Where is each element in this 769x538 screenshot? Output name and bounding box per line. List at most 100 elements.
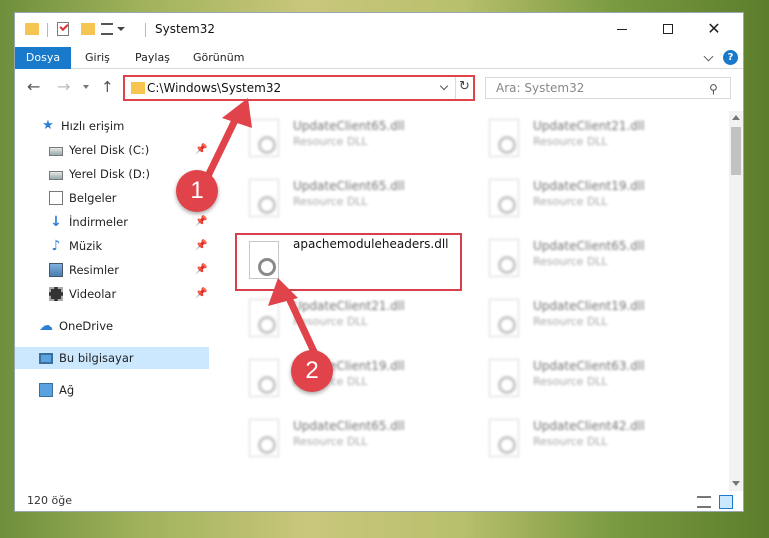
dll-file-icon xyxy=(489,359,519,397)
help-icon[interactable]: ? xyxy=(723,50,738,65)
search-icon[interactable]: ⚲ xyxy=(709,82,718,96)
dll-file-icon xyxy=(489,179,519,217)
search-input[interactable]: Ara: System32 ⚲ xyxy=(485,77,731,99)
dll-file-icon xyxy=(249,419,279,457)
file-name: UpdateClient63.dll xyxy=(533,359,645,373)
file-item[interactable]: UpdateClient19.dll Resource DLL xyxy=(475,291,700,347)
file-item[interactable]: UpdateClient65.dll Resource DLL xyxy=(475,231,700,287)
sidebar-item-network[interactable]: Ağ xyxy=(15,379,209,401)
file-name: UpdateClient65.dll xyxy=(293,419,405,433)
network-icon xyxy=(39,383,53,397)
file-description: Resource DLL xyxy=(533,195,608,208)
minimize-button[interactable] xyxy=(599,13,645,45)
file-item[interactable]: UpdateClient65.dll Resource DLL xyxy=(235,171,460,227)
pin-icon[interactable]: 📌 xyxy=(195,216,207,227)
sidebar-item-onedrive[interactable]: ☁ OneDrive xyxy=(15,315,209,337)
pin-icon[interactable]: 📌 xyxy=(195,264,207,275)
expand-ribbon-chevron-icon[interactable] xyxy=(703,51,714,62)
file-item[interactable]: UpdateClient19.dll Resource DLL xyxy=(235,351,460,407)
sidebar-item-local-disk-c[interactable]: Yerel Disk (C:) 📌 xyxy=(15,139,209,161)
file-description: Resource DLL xyxy=(293,195,368,208)
file-name: UpdateClient42.dll xyxy=(533,419,645,433)
sidebar-item-label: OneDrive xyxy=(59,319,114,333)
tab-view[interactable]: Görünüm xyxy=(181,47,256,69)
properties-check-icon[interactable] xyxy=(57,22,69,36)
file-item[interactable]: UpdateClient42.dll Resource DLL xyxy=(475,411,700,467)
separator xyxy=(47,23,48,37)
file-description: Resource DLL xyxy=(293,435,368,448)
address-dropdown-chevron-icon[interactable] xyxy=(439,81,449,91)
dll-file-icon xyxy=(489,419,519,457)
file-description: Resource DLL xyxy=(533,435,608,448)
window-title: System32 xyxy=(155,22,216,36)
file-description: Resource DLL xyxy=(533,315,608,328)
back-arrow-icon[interactable]: ← xyxy=(27,79,40,95)
computer-icon xyxy=(39,352,53,364)
explorer-window: System32 ✕ Dosya Giriş Paylaş Görünüm ? … xyxy=(14,12,744,512)
dll-file-icon xyxy=(249,119,279,157)
tab-share[interactable]: Paylaş xyxy=(123,47,182,69)
sidebar-item-label: Ağ xyxy=(59,383,75,397)
sidebar-item-music[interactable]: ♪ Müzik 📌 xyxy=(15,235,209,257)
file-item[interactable]: UpdateClient65.dll Resource DLL xyxy=(235,111,460,167)
disk-icon xyxy=(49,170,63,180)
recent-locations-chevron-icon[interactable] xyxy=(83,85,89,89)
tab-home[interactable]: Giriş xyxy=(73,47,122,69)
item-count: 120 öğe xyxy=(27,494,72,507)
pin-icon[interactable]: 📌 xyxy=(195,240,207,251)
file-name: UpdateClient65.dll xyxy=(533,239,645,253)
scroll-down-arrow-icon[interactable] xyxy=(732,481,740,486)
refresh-icon[interactable]: ↻ xyxy=(459,79,470,94)
sidebar-item-downloads[interactable]: ↓ İndirmeler 📌 xyxy=(15,211,209,233)
pin-icon[interactable]: 📌 xyxy=(195,288,207,299)
address-bar[interactable]: C:\Windows\System32 ↻ xyxy=(123,75,475,101)
folder-icon xyxy=(25,23,39,35)
forward-arrow-icon[interactable]: → xyxy=(57,79,70,95)
tab-file[interactable]: Dosya xyxy=(15,47,71,69)
sidebar-item-label: Yerel Disk (C:) xyxy=(69,143,150,157)
sidebar-item-videos[interactable]: Videolar 📌 xyxy=(15,283,209,305)
step-2-badge: 2 xyxy=(291,350,333,392)
vertical-scrollbar[interactable] xyxy=(729,111,743,493)
cloud-icon: ☁ xyxy=(39,318,53,334)
close-button[interactable]: ✕ xyxy=(691,13,737,45)
file-description: Resource DLL xyxy=(293,135,368,148)
new-folder-icon[interactable] xyxy=(81,23,95,35)
file-item[interactable]: UpdateClient65.dll Resource DLL xyxy=(235,411,460,467)
large-icons-view-icon[interactable] xyxy=(719,495,733,509)
address-path[interactable]: C:\Windows\System32 xyxy=(147,81,281,95)
status-bar: 120 öğe xyxy=(15,491,743,511)
sidebar-item-label: Yerel Disk (D:) xyxy=(69,167,151,181)
pin-icon[interactable]: 📌 xyxy=(195,144,207,155)
file-name: UpdateClient19.dll xyxy=(533,299,645,313)
file-item[interactable]: UpdateClient63.dll Resource DLL xyxy=(475,351,700,407)
file-item[interactable]: UpdateClient19.dll Resource DLL xyxy=(475,171,700,227)
disk-icon xyxy=(49,146,63,156)
file-name: UpdateClient21.dll xyxy=(293,299,405,313)
sidebar-item-label: Resimler xyxy=(69,263,119,277)
file-name: UpdateClient19.dll xyxy=(533,179,645,193)
details-view-icon[interactable] xyxy=(697,496,711,508)
dll-file-icon xyxy=(249,179,279,217)
dll-file-icon xyxy=(249,299,279,337)
dll-file-icon xyxy=(489,239,519,277)
file-name: UpdateClient65.dll xyxy=(293,179,405,193)
file-description: Resource DLL xyxy=(533,375,608,388)
properties-icon[interactable] xyxy=(101,23,113,35)
file-highlight-box xyxy=(235,233,462,291)
sidebar-item-quick-access[interactable]: ★ Hızlı erişim xyxy=(15,115,209,137)
minimize-icon xyxy=(617,28,627,30)
up-arrow-icon[interactable]: ↑ xyxy=(101,79,114,95)
sidebar-item-pictures[interactable]: Resimler 📌 xyxy=(15,259,209,281)
maximize-button[interactable] xyxy=(645,13,691,45)
scroll-thumb[interactable] xyxy=(731,127,741,175)
file-item[interactable]: UpdateClient21.dll Resource DLL xyxy=(475,111,700,167)
star-icon: ★ xyxy=(42,118,54,133)
file-item[interactable]: UpdateClient21.dll Resource DLL xyxy=(235,291,460,347)
ribbon-tabs: Dosya Giriş Paylaş Görünüm ? xyxy=(15,47,743,69)
sidebar-item-this-pc[interactable]: Bu bilgisayar xyxy=(15,347,209,369)
quick-access-dropdown-icon[interactable] xyxy=(117,27,125,31)
download-icon: ↓ xyxy=(50,214,62,230)
file-name: UpdateClient21.dll xyxy=(533,119,645,133)
scroll-up-arrow-icon[interactable] xyxy=(732,115,740,120)
